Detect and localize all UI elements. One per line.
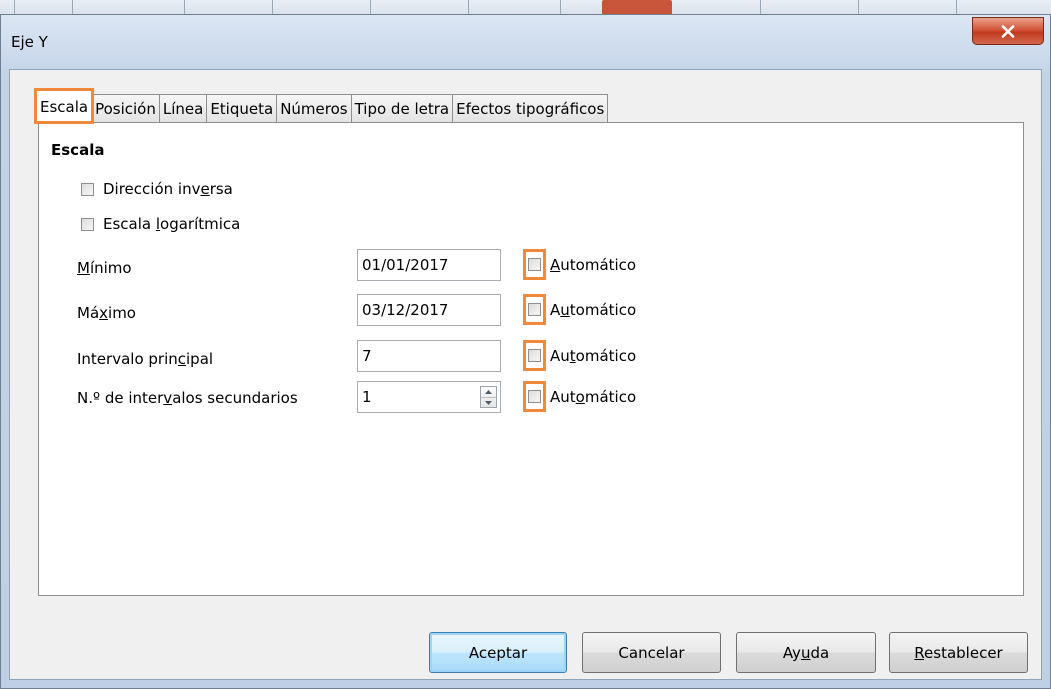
tab-etiqueta[interactable]: Etiqueta <box>206 94 278 122</box>
maximum-auto-checkbox-highlight[interactable] <box>523 294 546 325</box>
log-scale-label: Escala logarítmica <box>103 215 241 233</box>
tab-tipo-de-letra[interactable]: Tipo de letra <box>350 94 454 122</box>
major-interval-input[interactable]: 7 <box>357 340 501 372</box>
minimum-label: Mínimo <box>77 259 132 277</box>
minimum-value: 01/01/2017 <box>362 256 449 274</box>
tab-bar: Escala Posición Línea Etiqueta Números T… <box>33 88 609 124</box>
ok-button[interactable]: Aceptar <box>429 632 567 673</box>
major-interval-label: Intervalo principal <box>77 350 214 368</box>
tab-panel-escala: Escala Dirección inversa Escala logarítm… <box>38 122 1024 596</box>
tab-label: Escala <box>40 97 89 116</box>
cancel-button[interactable]: Cancelar <box>582 632 721 673</box>
minor-intervals-label: N.º de intervalos secundarios <box>77 389 298 407</box>
tab-linea[interactable]: Línea <box>158 94 208 122</box>
maximum-auto-option[interactable]: Automático <box>523 294 636 325</box>
dialog-title: Eje Y <box>11 33 48 51</box>
major-interval-value: 7 <box>362 347 372 365</box>
maximum-value: 03/12/2017 <box>362 301 449 319</box>
tab-posicion[interactable]: Posición <box>91 94 160 122</box>
tab-label: Tipo de letra <box>354 99 450 118</box>
tab-numeros[interactable]: Números <box>276 94 352 122</box>
minor-intervals-auto-label: Automático <box>550 387 637 406</box>
maximum-auto-label: Automático <box>550 300 637 319</box>
title-bar[interactable]: Eje Y <box>1 15 1050 69</box>
log-scale-checkbox[interactable] <box>81 217 94 231</box>
reverse-direction-checkbox[interactable] <box>81 182 94 196</box>
maximum-auto-checkbox[interactable] <box>528 303 541 316</box>
tab-label: Etiqueta <box>210 99 274 118</box>
major-interval-auto-label: Automático <box>550 346 637 365</box>
close-icon <box>1001 24 1015 38</box>
reverse-direction-label: Dirección inversa <box>103 180 233 198</box>
minor-intervals-auto-checkbox-highlight[interactable] <box>523 381 546 412</box>
help-button-label: Ayuda <box>782 643 830 662</box>
spin-up-arrow-icon <box>485 390 492 394</box>
log-scale-option[interactable]: Escala logarítmica <box>81 215 240 233</box>
close-button[interactable] <box>972 17 1044 45</box>
minimum-auto-checkbox[interactable] <box>528 258 541 271</box>
tab-label: Números <box>280 99 348 118</box>
tab-label: Línea <box>162 99 204 118</box>
reset-button[interactable]: Restablecer <box>889 632 1028 673</box>
maximum-label: Máximo <box>77 304 136 322</box>
major-interval-auto-checkbox-highlight[interactable] <box>523 340 546 371</box>
dialog-client-area: Escala Posición Línea Etiqueta Números T… <box>9 69 1042 680</box>
spin-buttons <box>480 386 497 408</box>
ok-button-label: Aceptar <box>468 643 528 662</box>
cancel-button-label: Cancelar <box>618 643 685 662</box>
major-interval-auto-option[interactable]: Automático <box>523 340 636 371</box>
minimum-auto-label: Automático <box>550 255 637 274</box>
dialog-window: Eje Y Escala Posición Línea Etiqueta Núm… <box>0 14 1051 689</box>
tab-label: Posición <box>95 99 156 118</box>
spin-down-arrow-icon <box>485 401 492 405</box>
reverse-direction-option[interactable]: Dirección inversa <box>81 180 233 198</box>
maximum-input[interactable]: 03/12/2017 <box>357 294 501 326</box>
section-title: Escala <box>51 141 105 159</box>
minor-intervals-value: 1 <box>362 388 372 406</box>
minor-intervals-spin-input[interactable]: 1 <box>357 381 501 413</box>
minimum-auto-option[interactable]: Automático <box>523 249 636 280</box>
minimum-auto-checkbox-highlight[interactable] <box>523 249 546 280</box>
spin-down-button[interactable] <box>481 397 496 408</box>
help-button[interactable]: Ayuda <box>736 632 876 673</box>
reset-button-label: Restablecer <box>914 643 1003 662</box>
minor-intervals-auto-option[interactable]: Automático <box>523 381 636 412</box>
tab-efectos-tipograficos[interactable]: Efectos tipográficos <box>452 94 609 122</box>
major-interval-auto-checkbox[interactable] <box>528 349 541 362</box>
minimum-input[interactable]: 01/01/2017 <box>357 249 501 281</box>
tab-label: Efectos tipográficos <box>456 99 605 118</box>
spin-up-button[interactable] <box>481 387 496 397</box>
tab-escala[interactable]: Escala <box>33 88 95 124</box>
minor-intervals-auto-checkbox[interactable] <box>528 390 541 403</box>
